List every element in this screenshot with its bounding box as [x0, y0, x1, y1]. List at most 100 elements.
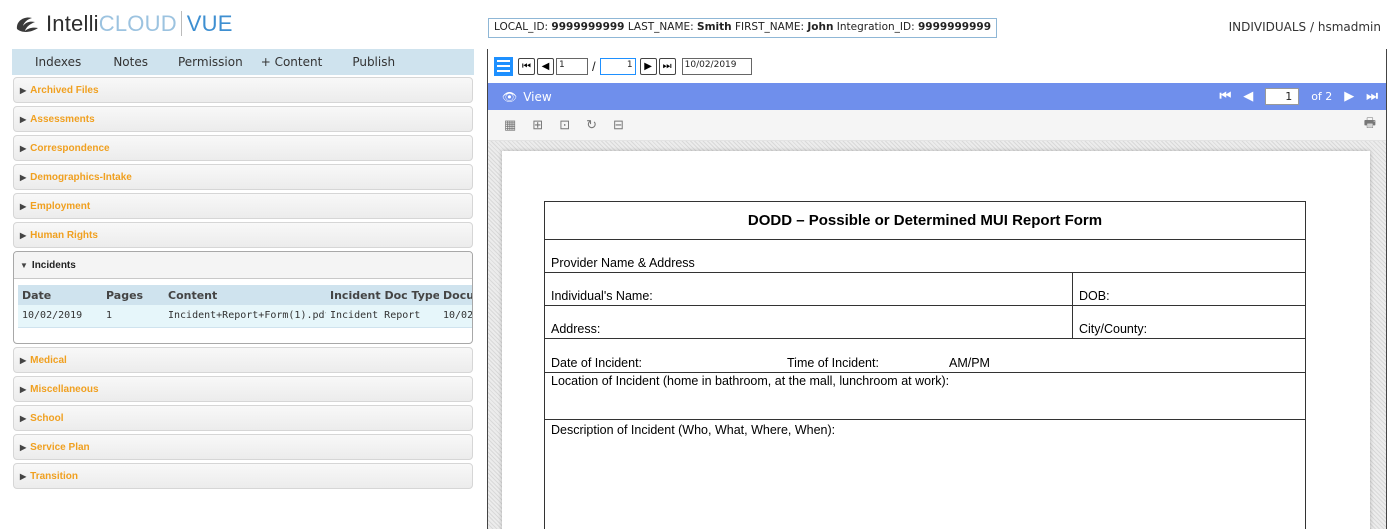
- folder-miscellaneous[interactable]: ▶ Miscellaneous: [13, 376, 473, 402]
- folder-school[interactable]: ▶ School: [13, 405, 473, 431]
- tab-notes[interactable]: Notes: [113, 55, 148, 69]
- table-header-row: Date Pages Content Incident Doc Type Doc…: [18, 285, 472, 305]
- form-address-label: Address:: [545, 306, 1073, 338]
- caret-right-icon: ▶: [20, 384, 27, 394]
- folder-archived-files[interactable]: ▶ Archived Files: [13, 77, 473, 103]
- column-header-content[interactable]: Content: [164, 285, 326, 305]
- form-provider-label: Provider Name & Address: [551, 256, 695, 270]
- print-icon[interactable]: 🖶: [1364, 114, 1376, 136]
- column-header-date[interactable]: Date: [18, 285, 102, 305]
- form-time-of-incident-label: Time of Incident:: [787, 356, 879, 370]
- view-label: View: [523, 89, 552, 104]
- last-name-label: LAST_NAME:: [627, 21, 694, 33]
- first-name-label: FIRST_NAME:: [735, 21, 805, 33]
- mui-report-form: DODD – Possible or Determined MUI Report…: [544, 201, 1306, 529]
- left-tabbar: Indexes Notes Permission + Content Publi…: [12, 49, 474, 75]
- local-id-value: 9999999999: [551, 21, 625, 33]
- caret-right-icon: ▶: [20, 201, 27, 211]
- table-row[interactable]: 10/02/2019 1 Incident+Report+Form(1).pdf…: [18, 305, 472, 328]
- user-info[interactable]: INDIVIDUALS / hsmadmin: [1229, 20, 1381, 34]
- caret-right-icon: ▶: [20, 471, 27, 481]
- form-city-county-label: City/County:: [1079, 322, 1148, 336]
- caret-right-icon: ▶: [20, 355, 27, 365]
- folder-accordion: ▶ Archived Files ▶ Assessments ▶ Correspond…: [12, 77, 474, 489]
- tab-permission[interactable]: Permission: [178, 55, 243, 69]
- document-nav-bar: ⏮ ◀ 1 / 1 ▶ ⏭ 10/02/2019: [488, 49, 1386, 83]
- page-count-label: of 2: [1311, 90, 1333, 103]
- folder-service-plan[interactable]: ▶ Service Plan: [13, 434, 473, 460]
- last-doc-icon[interactable]: ⏭: [658, 57, 676, 75]
- caret-right-icon: ▶: [20, 172, 27, 182]
- first-doc-icon[interactable]: ⏮: [518, 57, 535, 75]
- local-id-label: LOCAL_ID:: [494, 21, 549, 33]
- caret-right-icon: ▶: [20, 413, 27, 423]
- fit-width-icon[interactable]: ⊟: [613, 117, 624, 133]
- record-info-box: LOCAL_ID: 9999999999 LAST_NAME: Smith FI…: [488, 18, 998, 38]
- caret-down-icon: ▼: [20, 260, 28, 270]
- folder-assessments[interactable]: ▶ Assessments: [13, 106, 473, 132]
- folder-demographics-intake[interactable]: ▶ Demographics-Intake: [13, 164, 473, 190]
- folder-transition[interactable]: ▶ Transition: [13, 463, 473, 489]
- hamburger-menu-icon[interactable]: [494, 56, 513, 76]
- folder-correspondence[interactable]: ▶ Correspondence: [13, 135, 473, 161]
- column-header-pages[interactable]: Pages: [102, 285, 164, 305]
- last-name-value: Smith: [697, 21, 732, 33]
- caret-right-icon: ▶: [20, 442, 27, 452]
- app-logo: IntelliCLOUD VUE: [14, 10, 233, 38]
- next-doc-icon[interactable]: ▶: [639, 57, 657, 75]
- first-page-icon[interactable]: ⏮: [1219, 89, 1231, 104]
- column-header-doc-date[interactable]: Document Date: [439, 285, 472, 305]
- doc-total-input[interactable]: 1: [599, 57, 636, 75]
- fit-page-icon[interactable]: ⊡: [559, 117, 570, 133]
- eye-icon: 👁: [502, 89, 518, 104]
- folder-human-rights[interactable]: ▶ Human Rights: [13, 222, 473, 248]
- prev-page-icon[interactable]: ◀: [1243, 89, 1253, 104]
- form-ampm-label: AM/PM: [949, 356, 990, 370]
- tab-indexes[interactable]: Indexes: [35, 55, 81, 69]
- form-description-label: Description of Incident (Who, What, Wher…: [551, 423, 836, 437]
- logo-text-cloud: CLOUD: [98, 11, 177, 36]
- cell-doc-date: 10/02/2019: [439, 305, 472, 328]
- left-panel: Indexes Notes Permission + Content Publi…: [12, 49, 474, 492]
- rotate-icon[interactable]: ↻: [586, 117, 597, 133]
- integration-id-value: 9999999999: [917, 21, 992, 33]
- tab-publish[interactable]: Publish: [352, 55, 395, 69]
- cell-content: Incident+Report+Form(1).pdf: [164, 305, 326, 328]
- column-header-doc-type[interactable]: Incident Doc Type: [326, 285, 439, 305]
- integration-id-label: Integration_ID:: [836, 21, 915, 33]
- form-location-label: Location of Incident (home in bathroom, …: [551, 374, 950, 388]
- logo-cloud-icon: [16, 17, 38, 32]
- form-title: DODD – Possible or Determined MUI Report…: [545, 202, 1305, 240]
- caret-right-icon: ▶: [20, 114, 27, 124]
- caret-right-icon: ▶: [20, 143, 27, 153]
- cell-pages: 1: [102, 305, 164, 328]
- cell-doc-type: Incident Report: [326, 305, 439, 328]
- page-number-input[interactable]: 1: [1265, 88, 1300, 105]
- first-name-value: John: [807, 21, 834, 33]
- document-viewer: ⏮ ◀ 1 / 1 ▶ ⏭ 10/02/2019 👁 View ⏮ ◀ 1 of…: [487, 49, 1387, 529]
- caret-right-icon: ▶: [20, 85, 27, 95]
- form-date-of-incident-label: Date of Incident:: [551, 356, 643, 370]
- view-bar: 👁 View ⏮ ◀ 1 of 2 ▶ ⏭: [488, 83, 1386, 110]
- nav-separator: /: [592, 58, 596, 74]
- folder-employment[interactable]: ▶ Employment: [13, 193, 473, 219]
- form-dob-label: DOB:: [1079, 289, 1110, 303]
- incidents-table: Date Pages Content Incident Doc Type Doc…: [18, 285, 472, 328]
- prev-doc-icon[interactable]: ◀: [537, 57, 554, 75]
- last-page-icon[interactable]: ⏭: [1366, 89, 1378, 104]
- pdf-canvas: DODD – Possible or Determined MUI Report…: [488, 141, 1386, 529]
- logo-text-vue: VUE: [180, 11, 233, 36]
- doc-index-input[interactable]: 1: [556, 57, 588, 75]
- form-individual-name-label: Individual's Name:: [545, 273, 1073, 305]
- folder-incidents[interactable]: ▼ Incidents: [14, 252, 472, 279]
- caret-right-icon: ▶: [20, 230, 27, 240]
- thumbnails-icon[interactable]: ▦: [504, 117, 516, 133]
- doc-date-field[interactable]: 10/02/2019: [681, 57, 752, 75]
- viewer-toolbar: ▦ ⊞ ⊡ ↻ ⊟ 🖶: [488, 110, 1386, 141]
- logo-text-intelli: Intelli: [46, 11, 99, 36]
- folder-medical[interactable]: ▶ Medical: [13, 347, 473, 373]
- next-page-icon[interactable]: ▶: [1344, 89, 1354, 104]
- tab-add-content[interactable]: + Content: [261, 55, 323, 69]
- zoom-in-icon[interactable]: ⊞: [532, 117, 543, 133]
- cell-date: 10/02/2019: [18, 305, 102, 328]
